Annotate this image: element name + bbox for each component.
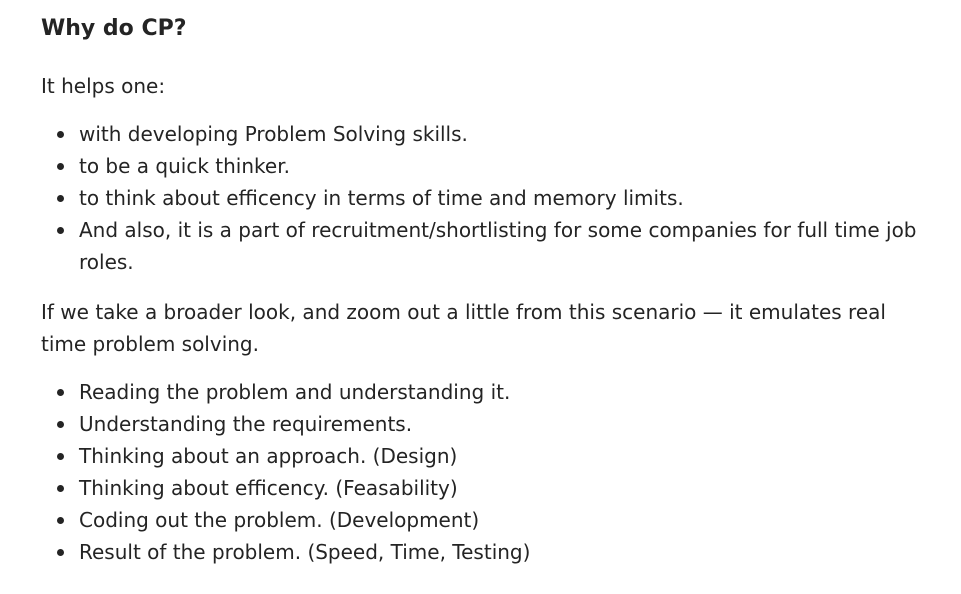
bullet-icon [57,389,64,396]
list-item: Thinking about efficency. (Feasability) [41,472,939,504]
bullet-icon [57,227,64,234]
list-item-text: to be a quick thinker. [79,154,290,178]
steps-list: Reading the problem and understanding it… [41,376,900,568]
list-item-text: to think about efficency in terms of tim… [79,186,684,210]
bullet-icon [57,195,64,202]
list-item: And also, it is a part of recruitment/sh… [41,214,939,278]
bullet-icon [57,517,64,524]
list-item-text: Reading the problem and understanding it… [79,380,511,404]
list-item-text: Thinking about an approach. (Design) [79,444,458,468]
list-item-text: Result of the problem. (Speed, Time, Tes… [79,540,531,564]
list-item-text: And also, it is a part of recruitment/sh… [79,218,917,274]
bullet-icon [57,131,64,138]
list-item: with developing Problem Solving skills. [41,118,939,150]
list-item-text: Coding out the problem. (Development) [79,508,480,532]
bullet-icon [57,485,64,492]
bullet-icon [57,453,64,460]
intro-paragraph: It helps one: [41,74,166,98]
benefits-list: with developing Problem Solving skills. … [41,118,917,278]
broader-look-paragraph: If we take a broader look, and zoom out … [41,300,886,356]
list-item: Coding out the problem. (Development) [41,504,939,536]
article-content: Why do CP? It helps one: with developing… [0,0,917,568]
list-item-text: Understanding the requirements. [79,412,413,436]
bullet-icon [57,421,64,428]
list-item: Reading the problem and understanding it… [41,376,939,408]
bullet-icon [57,163,64,170]
list-item: Result of the problem. (Speed, Time, Tes… [41,536,939,568]
list-item: Understanding the requirements. [41,408,939,440]
section-heading: Why do CP? [41,16,187,41]
list-item: to think about efficency in terms of tim… [41,182,939,214]
list-item: to be a quick thinker. [41,150,939,182]
list-item: Thinking about an approach. (Design) [41,440,939,472]
list-item-text: Thinking about efficency. (Feasability) [79,476,458,500]
list-item-text: with developing Problem Solving skills. [79,122,468,146]
bullet-icon [57,549,64,556]
